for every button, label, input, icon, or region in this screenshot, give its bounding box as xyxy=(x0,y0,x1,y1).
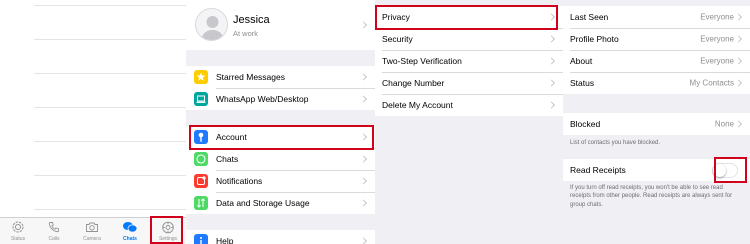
settings-item-label: Starred Messages xyxy=(216,72,285,82)
privacy-item-value: Everyone xyxy=(700,56,734,66)
chat-divider xyxy=(34,209,186,210)
read-receipts-note: If you turn off read receipts, you won't… xyxy=(570,185,733,208)
chats-icon xyxy=(123,222,138,233)
camera-icon xyxy=(86,222,98,232)
settings-item-data-storage[interactable]: Data and Storage Usage xyxy=(186,192,375,214)
privacy-item-status[interactable]: Status My Contacts xyxy=(563,72,750,94)
chevron-right-icon xyxy=(734,35,743,43)
toggle-highlight xyxy=(714,157,747,183)
account-item-label: Delete My Account xyxy=(382,100,453,110)
settings-group-3: Help xyxy=(186,230,375,244)
tab-camera[interactable]: Camera xyxy=(74,218,110,244)
privacy-item-blocked[interactable]: Blocked None xyxy=(563,113,750,135)
privacy-group: Last Seen Everyone Profile Photo Everyon… xyxy=(563,6,750,94)
privacy-item-value: Everyone xyxy=(700,34,734,44)
privacy-item-value: Everyone xyxy=(700,12,734,22)
privacy-item-label: Profile Photo xyxy=(570,34,619,44)
privacy-item-label: Last Seen xyxy=(570,12,609,22)
settings-tab-highlight xyxy=(150,216,183,244)
whatsapp-icon xyxy=(194,152,208,166)
profile-name: Jessica xyxy=(233,14,270,26)
chevron-right-icon xyxy=(359,21,368,29)
tab-label: Status xyxy=(10,236,26,242)
chevron-right-icon xyxy=(734,120,743,128)
avatar-placeholder-icon xyxy=(201,16,224,40)
privacy-item-label: Status xyxy=(570,78,595,88)
blocked-note: List of contacts you have blocked. xyxy=(570,140,661,146)
tab-status[interactable]: Status xyxy=(0,218,36,244)
chevron-right-icon xyxy=(359,95,368,103)
privacy-item-profile-photo[interactable]: Profile Photo Everyone xyxy=(563,28,750,50)
privacy-item-about[interactable]: About Everyone xyxy=(563,50,750,72)
chevron-right-icon xyxy=(547,101,556,109)
chat-divider xyxy=(34,175,186,176)
account-item-security[interactable]: Security xyxy=(375,28,563,50)
settings-item-label: Data and Storage Usage xyxy=(216,198,310,208)
privacy-panel: Last Seen Everyone Profile Photo Everyon… xyxy=(563,0,750,244)
account-item-change-number[interactable]: Change Number xyxy=(375,72,563,94)
settings-item-label: Notifications xyxy=(216,176,263,186)
chevron-right-icon xyxy=(359,177,368,185)
account-item-label: Change Number xyxy=(382,78,445,88)
tab-label: Calls xyxy=(48,236,60,242)
settings-item-help[interactable]: Help xyxy=(186,230,375,244)
account-item-delete-account[interactable]: Delete My Account xyxy=(375,94,563,116)
profile-section: Jessica At work xyxy=(186,0,375,50)
chevron-right-icon xyxy=(734,57,743,65)
blocked-value: None xyxy=(714,119,734,129)
phone-icon xyxy=(48,222,59,233)
blocked-label: Blocked xyxy=(570,119,601,129)
notification-icon xyxy=(194,174,208,188)
account-item-two-step-verification[interactable]: Two-Step Verification xyxy=(375,50,563,72)
tab-label: Chats xyxy=(123,236,137,242)
chat-divider xyxy=(34,39,186,40)
chat-divider xyxy=(34,73,186,74)
settings-item-label: Chats xyxy=(216,154,239,164)
settings-panel: Jessica At work Starred Messages WhatsAp… xyxy=(186,0,375,244)
chevron-right-icon xyxy=(359,199,368,207)
chat-divider xyxy=(34,141,186,142)
chevron-right-icon xyxy=(359,73,368,81)
star-icon xyxy=(194,70,208,84)
blocked-group: Blocked None xyxy=(563,113,750,135)
avatar xyxy=(195,8,228,41)
settings-item-notifications[interactable]: Notifications xyxy=(186,170,375,192)
tab-calls[interactable]: Calls xyxy=(36,218,72,244)
chevron-right-icon xyxy=(359,155,368,163)
chat-divider xyxy=(34,107,186,108)
data-arrows-icon xyxy=(194,196,208,210)
settings-item-starred-messages[interactable]: Starred Messages xyxy=(186,66,375,88)
info-icon xyxy=(194,234,208,244)
account-item-label: Two-Step Verification xyxy=(382,56,462,66)
account-highlight xyxy=(189,125,374,150)
chevron-right-icon xyxy=(734,13,743,21)
tab-chats[interactable]: Chats xyxy=(112,218,148,244)
account-panel: Privacy Security Two-Step Verification C… xyxy=(375,0,563,244)
status-icon xyxy=(12,221,24,233)
chevron-right-icon xyxy=(547,79,556,87)
privacy-item-label: About xyxy=(570,56,593,66)
chevron-right-icon xyxy=(734,79,743,87)
profile-row[interactable]: Jessica At work xyxy=(186,0,375,50)
privacy-item-value: My Contacts xyxy=(689,78,734,88)
chevron-right-icon xyxy=(547,35,556,43)
read-receipts-label: Read Receipts xyxy=(570,165,626,175)
laptop-icon xyxy=(194,92,208,106)
privacy-item-last-seen[interactable]: Last Seen Everyone xyxy=(563,6,750,28)
privacy-highlight xyxy=(375,5,558,30)
settings-group-1: Starred Messages WhatsApp Web/Desktop xyxy=(186,66,375,110)
chats-panel: Status Calls Camera Chats Settings xyxy=(0,0,186,244)
settings-item-label: WhatsApp Web/Desktop xyxy=(216,94,309,104)
chevron-right-icon xyxy=(359,237,368,244)
chevron-right-icon xyxy=(547,57,556,65)
settings-item-label: Help xyxy=(216,236,234,244)
profile-status: At work xyxy=(233,29,259,38)
settings-item-whatsapp-web[interactable]: WhatsApp Web/Desktop xyxy=(186,88,375,110)
tab-label: Camera xyxy=(83,236,101,242)
settings-item-chats[interactable]: Chats xyxy=(186,148,375,170)
chat-divider xyxy=(34,5,186,6)
account-item-label: Security xyxy=(382,34,413,44)
